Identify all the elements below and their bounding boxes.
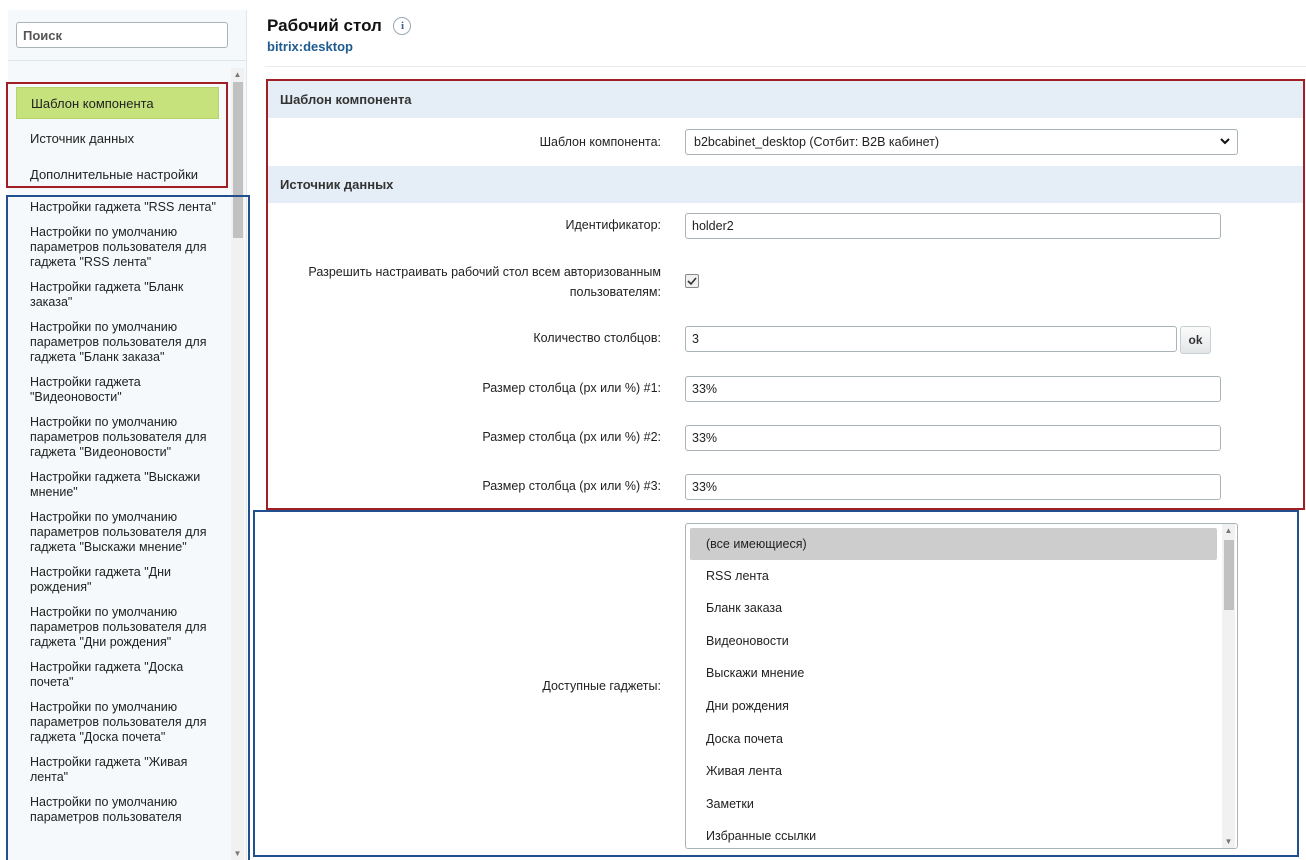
sidebar-item-template[interactable]: Шаблон компонента (16, 87, 219, 119)
gadget-option[interactable]: Заметки (690, 788, 1217, 820)
sidebar-divider (8, 60, 246, 61)
sidebar-item-gadget[interactable]: Настройки по умолчанию параметров пользо… (30, 795, 220, 825)
sidebar-item-gadget[interactable]: Настройки гаджета "Доска почета" (30, 660, 220, 690)
scroll-up-icon[interactable]: ▲ (1222, 524, 1235, 537)
gadget-settings-list: Настройки гаджета "RSS лента" Настройки … (30, 200, 220, 835)
info-icon[interactable]: i (393, 17, 412, 35)
sidebar-item-gadget[interactable]: Настройки гаджета "RSS лента" (30, 200, 220, 215)
scroll-down-icon[interactable]: ▼ (1222, 835, 1235, 848)
sidebar-item-data-source[interactable]: Источник данных (16, 123, 219, 155)
gadget-option[interactable]: Доска почета (690, 723, 1217, 755)
gadget-option[interactable]: RSS лента (690, 560, 1217, 592)
sidebar-item-gadget[interactable]: Настройки гаджета "Бланк заказа" (30, 280, 220, 310)
template-source-highlight-box (266, 79, 1305, 510)
sidebar-item-gadget[interactable]: Настройки по умолчанию параметров пользо… (30, 320, 220, 365)
sidebar-item-gadget[interactable]: Настройки по умолчанию параметров пользо… (30, 225, 220, 270)
gadget-option[interactable]: Бланк заказа (690, 592, 1217, 624)
sidebar-item-gadget[interactable]: Настройки по умолчанию параметров пользо… (30, 510, 220, 555)
search-wrap (8, 10, 246, 52)
gadgets-label: Доступные гаджеты: (542, 679, 661, 693)
gadget-option[interactable]: Живая лента (690, 755, 1217, 787)
page-title: Рабочий стол (267, 16, 382, 35)
page-header: Рабочий стол i bitrix:desktop (267, 16, 412, 54)
gadgets-multiselect[interactable]: (все имеющиеся) RSS лента Бланк заказа В… (685, 523, 1238, 849)
sidebar-item-additional[interactable]: Дополнительные настройки (16, 159, 219, 191)
search-input[interactable] (16, 22, 228, 48)
scroll-up-icon[interactable]: ▲ (231, 68, 244, 81)
scroll-thumb[interactable] (1224, 540, 1234, 610)
sidebar-item-gadget[interactable]: Настройки гаджета "Выскажи мнение" (30, 470, 220, 500)
sidebar-item-gadget[interactable]: Настройки гаджета "Дни рождения" (30, 565, 220, 595)
gadget-option[interactable]: Дни рождения (690, 690, 1217, 722)
sidebar-item-gadget[interactable]: Настройки по умолчанию параметров пользо… (30, 700, 220, 745)
gadget-option[interactable]: Избранные ссылки (690, 820, 1217, 848)
gadget-option[interactable]: (все имеющиеся) (690, 528, 1217, 560)
sidebar-item-gadget[interactable]: Настройки гаджета "Видеоновости" (30, 375, 220, 405)
component-code: bitrix:desktop (267, 39, 353, 54)
gadgets-scrollbar[interactable]: ▲ ▼ (1222, 524, 1235, 848)
gadget-option[interactable]: Выскажи мнение (690, 657, 1217, 689)
sidebar-item-gadget[interactable]: Настройки по умолчанию параметров пользо… (30, 415, 220, 460)
gadget-option[interactable]: Видеоновости (690, 625, 1217, 657)
sidebar-item-gadget[interactable]: Настройки по умолчанию параметров пользо… (30, 605, 220, 650)
header-divider (265, 66, 1306, 67)
sidebar-item-gadget[interactable]: Настройки гаджета "Живая лента" (30, 755, 220, 785)
